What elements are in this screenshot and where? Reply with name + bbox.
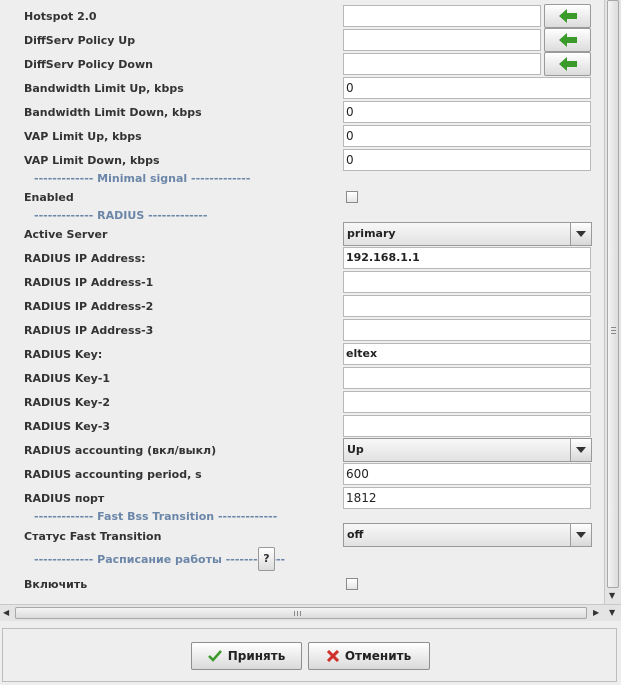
radius-port-field[interactable]: 1812 — [343, 487, 591, 509]
hotspot-label: Hotspot 2.0 — [24, 10, 97, 23]
radius-key1-label: RADIUS Key-1 — [24, 372, 111, 385]
cancel-button[interactable]: Отменить — [308, 642, 430, 670]
radius-key2-label: RADIUS Key-2 — [24, 396, 111, 409]
horizontal-scrollbar[interactable]: ◀ ▶ ▼ — [0, 604, 621, 621]
arrow-left-icon — [558, 33, 577, 47]
hotspot-select-button[interactable] — [544, 4, 591, 28]
vertical-scroll-thumb[interactable] — [607, 0, 619, 588]
diffserv-down-field[interactable] — [343, 53, 541, 75]
diffserv-up-field[interactable] — [343, 29, 541, 51]
scroll-left-arrow-icon[interactable]: ◀ — [3, 608, 9, 617]
scroll-right-arrow-icon[interactable]: ▶ — [593, 608, 599, 617]
vap-down-field[interactable]: 0 — [343, 149, 591, 171]
radius-key1-field[interactable] — [343, 367, 591, 389]
fast-transition-select[interactable]: off — [343, 523, 592, 547]
enable-schedule-label: Включить — [24, 578, 88, 591]
enable-schedule-checkbox[interactable] — [346, 578, 358, 590]
cancel-button-label: Отменить — [344, 649, 412, 663]
scroll-down-arrow-icon[interactable]: ▼ — [609, 591, 615, 600]
arrow-left-icon — [558, 57, 577, 71]
minimal-signal-separator: ------------- Minimal signal -----------… — [34, 172, 251, 185]
hotspot-field[interactable] — [343, 5, 541, 27]
radius-accounting-value: Up — [347, 443, 364, 456]
radius-ip-label: RADIUS IP Address: — [24, 252, 146, 265]
bw-down-label: Bandwidth Limit Down, kbps — [24, 106, 202, 119]
radius-accounting-period-label: RADIUS accounting period, s — [24, 468, 202, 481]
active-server-value: primary — [347, 227, 396, 240]
radius-ip2-label: RADIUS IP Address-2 — [24, 300, 154, 313]
cross-icon — [326, 650, 339, 662]
horizontal-scroll-thumb[interactable] — [15, 607, 587, 619]
vap-up-field[interactable]: 0 — [343, 125, 591, 147]
radius-key3-label: RADIUS Key-3 — [24, 420, 111, 433]
enabled-checkbox[interactable] — [346, 191, 358, 203]
active-server-label: Active Server — [24, 228, 108, 241]
diffserv-down-select-button[interactable] — [544, 52, 591, 76]
vap-down-label: VAP Limit Down, kbps — [24, 154, 160, 167]
radius-accounting-period-field[interactable]: 600 — [343, 463, 591, 485]
radius-ip2-field[interactable] — [343, 295, 591, 317]
action-bar: Принять Отменить — [0, 624, 621, 685]
apply-button[interactable]: Принять — [191, 642, 302, 670]
diffserv-down-label: DiffServ Policy Down — [24, 58, 153, 71]
enabled-label: Enabled — [24, 191, 74, 204]
diffserv-up-select-button[interactable] — [544, 28, 591, 52]
vap-up-label: VAP Limit Up, kbps — [24, 130, 142, 143]
radius-accounting-label: RADIUS accounting (вкл/выкл) — [24, 444, 217, 457]
radius-key2-field[interactable] — [343, 391, 591, 413]
active-server-select[interactable]: primary — [343, 222, 592, 246]
radius-key3-field[interactable] — [343, 415, 591, 437]
vertical-scrollbar[interactable]: ▼ — [604, 0, 621, 604]
chevron-down-icon[interactable] — [570, 223, 591, 245]
radius-key-field[interactable]: eltex — [343, 343, 591, 365]
chevron-down-icon[interactable] — [570, 524, 591, 546]
bw-up-label: Bandwidth Limit Up, kbps — [24, 82, 184, 95]
radius-key-label: RADIUS Key: — [24, 348, 103, 361]
help-button[interactable]: ? — [258, 547, 275, 571]
radius-ip-field[interactable]: 192.168.1.1 — [343, 247, 591, 269]
fast-bss-separator: ------------- Fast Bss Transition ------… — [34, 510, 278, 523]
arrow-left-icon — [558, 9, 577, 23]
bw-up-field[interactable]: 0 — [343, 77, 591, 99]
radius-port-label: RADIUS порт — [24, 492, 105, 505]
radius-ip3-label: RADIUS IP Address-3 — [24, 324, 154, 337]
chevron-down-icon[interactable] — [570, 439, 591, 461]
schedule-separator: ------------- Расписание работы --------… — [34, 553, 286, 566]
apply-button-label: Принять — [227, 649, 286, 663]
settings-panel: Hotspot 2.0 DiffServ Policy Up DiffServ … — [0, 0, 604, 604]
checkmark-icon — [207, 650, 222, 662]
scroll-down-arrow-icon[interactable]: ▼ — [609, 608, 615, 617]
fast-transition-label: Статус Fast Transition — [24, 530, 162, 543]
radius-ip1-label: RADIUS IP Address-1 — [24, 276, 154, 289]
radius-accounting-select[interactable]: Up — [343, 438, 592, 462]
fast-transition-value: off — [347, 528, 364, 541]
radius-separator: ------------- RADIUS ------------- — [34, 209, 208, 222]
radius-ip3-field[interactable] — [343, 319, 591, 341]
bw-down-field[interactable]: 0 — [343, 101, 591, 123]
radius-ip1-field[interactable] — [343, 271, 591, 293]
diffserv-up-label: DiffServ Policy Up — [24, 34, 136, 47]
